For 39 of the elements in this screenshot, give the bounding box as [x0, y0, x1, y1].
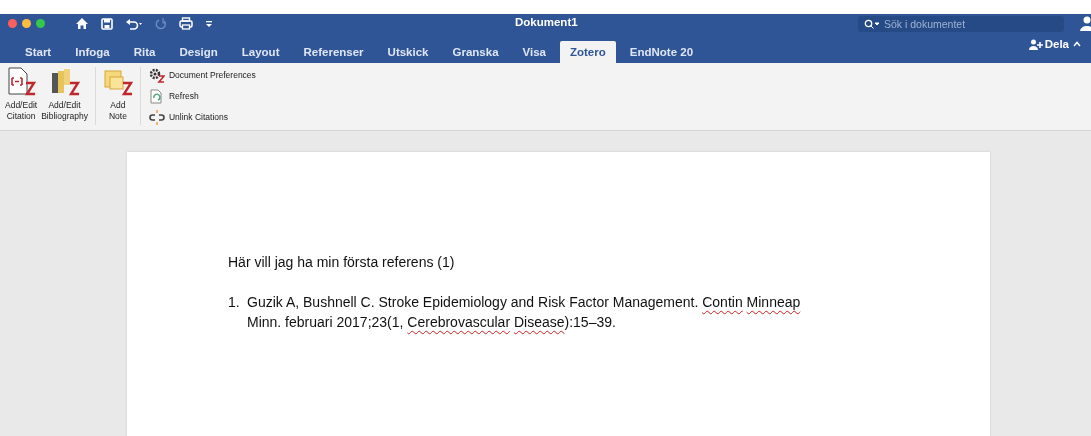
note-icon: [102, 67, 133, 97]
save-icon[interactable]: [101, 17, 113, 30]
ribbon-button[interactable]: Add/Edit Bibliography: [40, 67, 89, 125]
gear-icon: [148, 67, 165, 83]
ribbon-tab[interactable]: EndNote 20: [619, 41, 704, 63]
refresh-icon: [148, 88, 165, 104]
ribbon-button[interactable]: Document Preferences: [148, 67, 256, 83]
ribbon-tab[interactable]: Rita: [123, 41, 166, 63]
collapse-icon[interactable]: [1073, 41, 1081, 47]
ribbon-button[interactable]: Unlink Citations: [148, 109, 256, 125]
books-icon: [49, 67, 80, 97]
list-number: 1.: [228, 293, 241, 312]
account-icon[interactable]: [1079, 16, 1091, 31]
unlink-icon: [148, 109, 165, 125]
print-icon[interactable]: [179, 17, 193, 30]
search-input[interactable]: Sök i dokumentet: [884, 18, 1044, 30]
ribbon-tab[interactable]: Infoga: [65, 41, 120, 63]
undo-icon[interactable]: [125, 17, 143, 30]
ribbon-button[interactable]: Add Note: [101, 67, 134, 125]
ribbon-tab[interactable]: Design: [169, 41, 228, 63]
ribbon-tab[interactable]: Utskick: [377, 41, 439, 63]
search-field[interactable]: Sök i dokumentet: [858, 16, 1064, 32]
ribbon-button[interactable]: Refresh: [148, 88, 256, 104]
window-title: Dokument1: [515, 16, 578, 28]
ribbon-tab[interactable]: Zotero: [560, 41, 616, 63]
ribbon-tab[interactable]: Visa: [512, 41, 556, 63]
ribbon-tab[interactable]: Layout: [231, 41, 290, 63]
paragraph: Här vill jag ha min första referens (1): [228, 254, 456, 270]
reference-text: Guzik A, Bushnell C. Stroke Epidemiology and Risk Factor Management. Contin Minneap Minn. februari 2017;23(1, Cerebrovascular Disease):15–39.: [247, 293, 802, 332]
add-person-icon: [1028, 38, 1043, 50]
home-icon[interactable]: [75, 17, 89, 30]
ribbon-tab[interactable]: Referenser: [293, 41, 374, 63]
citation-icon: [6, 67, 37, 97]
ribbon-tab[interactable]: Granska: [442, 41, 509, 63]
customize-icon[interactable]: [205, 19, 213, 28]
search-icon: [864, 19, 880, 29]
share-button[interactable]: Dela: [1028, 38, 1069, 50]
ribbon-button[interactable]: Add/Edit Citation: [4, 67, 39, 125]
ribbon-tab[interactable]: Start: [15, 41, 62, 63]
